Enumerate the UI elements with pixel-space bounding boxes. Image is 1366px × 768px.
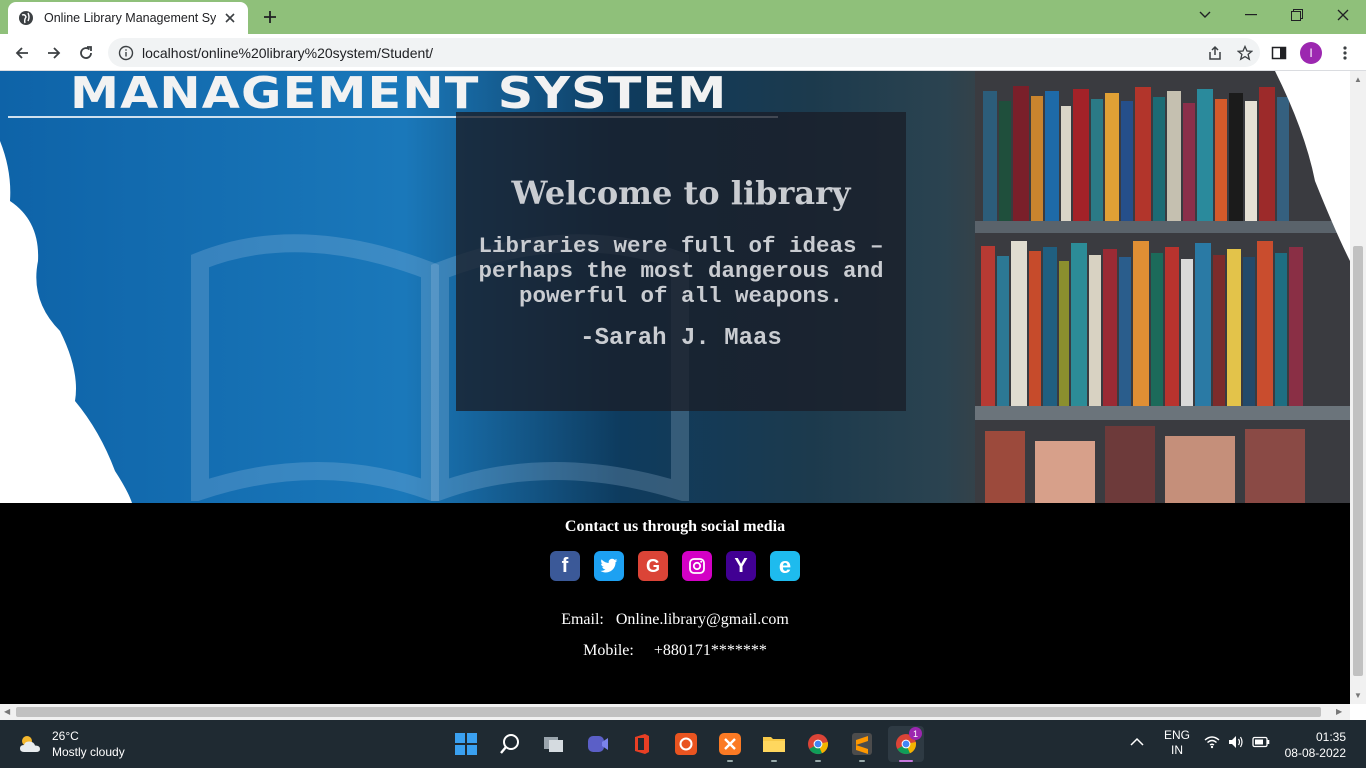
ubuntu-icon[interactable] — [668, 726, 704, 762]
restore-button[interactable] — [1274, 0, 1320, 30]
wifi-icon[interactable] — [1204, 735, 1220, 752]
reload-button[interactable] — [73, 40, 99, 66]
footer-heading: Contact us through social media — [564, 518, 786, 535]
welcome-quote-box: Welcome to library Libraries were full o… — [456, 112, 906, 411]
torn-edge-decoration — [0, 71, 132, 503]
back-button[interactable] — [9, 40, 35, 66]
browser-menu-icon[interactable] — [1332, 40, 1358, 66]
clock-date: 08-08-2022 — [1284, 746, 1346, 760]
bookmark-star-icon[interactable] — [1230, 38, 1260, 67]
clock-time: 01:35 — [1315, 730, 1346, 744]
yahoo-icon[interactable]: Y — [726, 551, 756, 581]
volume-icon[interactable] — [1228, 735, 1244, 752]
page-viewport: MANAGEMENT SYSTEM Welcome to library Lib… — [0, 71, 1350, 704]
vertical-scroll-thumb[interactable] — [1353, 246, 1363, 676]
quote-author: -Sarah J. Maas — [580, 325, 782, 352]
internet-explorer-icon[interactable]: e — [770, 551, 800, 581]
pinned-apps: 1 — [448, 726, 924, 762]
share-icon[interactable] — [1200, 38, 1230, 67]
partly-cloudy-icon — [20, 736, 40, 752]
start-button[interactable] — [448, 726, 484, 762]
social-links: f G Y e — [0, 551, 1350, 581]
horizontal-scroll-thumb[interactable] — [16, 707, 1321, 717]
task-view-icon[interactable] — [536, 726, 572, 762]
tab-search-icon[interactable] — [1182, 0, 1228, 30]
scroll-left-icon[interactable]: ◀ — [4, 707, 10, 716]
horizontal-scrollbar[interactable]: ◀ ▶ — [0, 704, 1350, 720]
url-text[interactable]: localhost/online%20library%20system/Stud… — [142, 45, 1200, 61]
new-tab-button[interactable] — [258, 7, 282, 27]
search-icon[interactable] — [492, 726, 528, 762]
chevron-up-icon[interactable] — [1130, 736, 1144, 750]
google-icon[interactable]: G — [638, 551, 668, 581]
weather-widget[interactable]: 26°C Mostly cloudy — [18, 728, 125, 760]
teams-chat-icon[interactable] — [580, 726, 616, 762]
hero-banner: MANAGEMENT SYSTEM Welcome to library Lib… — [0, 71, 1350, 503]
instagram-icon[interactable] — [682, 551, 712, 581]
welcome-heading: Welcome to library — [511, 174, 851, 212]
facebook-icon[interactable]: f — [550, 551, 580, 581]
scroll-right-icon[interactable]: ▶ — [1336, 707, 1342, 716]
bookshelf-image — [975, 71, 1350, 503]
close-window-button[interactable] — [1320, 0, 1366, 30]
quote-text: Libraries were full of ideas – perhaps t… — [478, 233, 884, 309]
side-panel-icon[interactable] — [1266, 40, 1292, 66]
battery-icon[interactable] — [1252, 736, 1270, 751]
mobile-label: Mobile: — [583, 642, 634, 659]
chrome-profile-icon[interactable]: 1 — [888, 726, 924, 762]
email-value: Online.library@gmail.com — [615, 611, 789, 628]
profile-badge: 1 — [909, 727, 922, 740]
taskbar: 26°C Mostly cloudy 1 ENG IN 01:35 08-08-… — [0, 720, 1366, 768]
site-info-icon[interactable] — [118, 45, 134, 61]
mobile-row: Mobile: +880171******* — [0, 642, 1350, 660]
language-indicator[interactable]: ENG IN — [1164, 728, 1190, 758]
xampp-icon[interactable] — [712, 726, 748, 762]
tab-title: Online Library Management Syst — [44, 11, 216, 25]
vertical-scrollbar[interactable]: ▲ ▼ — [1350, 71, 1366, 704]
office-icon[interactable] — [624, 726, 660, 762]
forward-button[interactable] — [41, 40, 67, 66]
mobile-value: +880171******* — [653, 642, 767, 659]
address-bar[interactable]: localhost/online%20library%20system/Stud… — [108, 38, 1260, 67]
sublime-text-icon[interactable] — [844, 726, 880, 762]
twitter-icon[interactable] — [594, 551, 624, 581]
contact-footer: Contact us through social media f G Y e … — [0, 503, 1350, 704]
scroll-down-icon[interactable]: ▼ — [1354, 691, 1362, 700]
clock[interactable]: 01:35 08-08-2022 — [1285, 729, 1346, 761]
browser-tab-strip: Online Library Management Syst — [0, 0, 1366, 34]
close-tab-icon[interactable] — [222, 10, 238, 26]
chrome-icon[interactable] — [800, 726, 836, 762]
file-explorer-icon[interactable] — [756, 726, 792, 762]
system-tray: ENG IN — [1130, 728, 1270, 758]
browser-toolbar: localhost/online%20library%20system/Stud… — [0, 34, 1366, 71]
email-row: Email: Online.library@gmail.com — [0, 611, 1350, 629]
browser-tab[interactable]: Online Library Management Syst — [8, 2, 248, 34]
profile-avatar[interactable]: I — [1300, 42, 1322, 64]
weather-condition: Mostly cloudy — [52, 745, 125, 759]
temperature: 26°C — [52, 729, 79, 743]
globe-icon — [18, 10, 34, 26]
scroll-up-icon[interactable]: ▲ — [1354, 75, 1362, 84]
minimize-button[interactable] — [1228, 0, 1274, 30]
email-label: Email: — [561, 611, 604, 628]
